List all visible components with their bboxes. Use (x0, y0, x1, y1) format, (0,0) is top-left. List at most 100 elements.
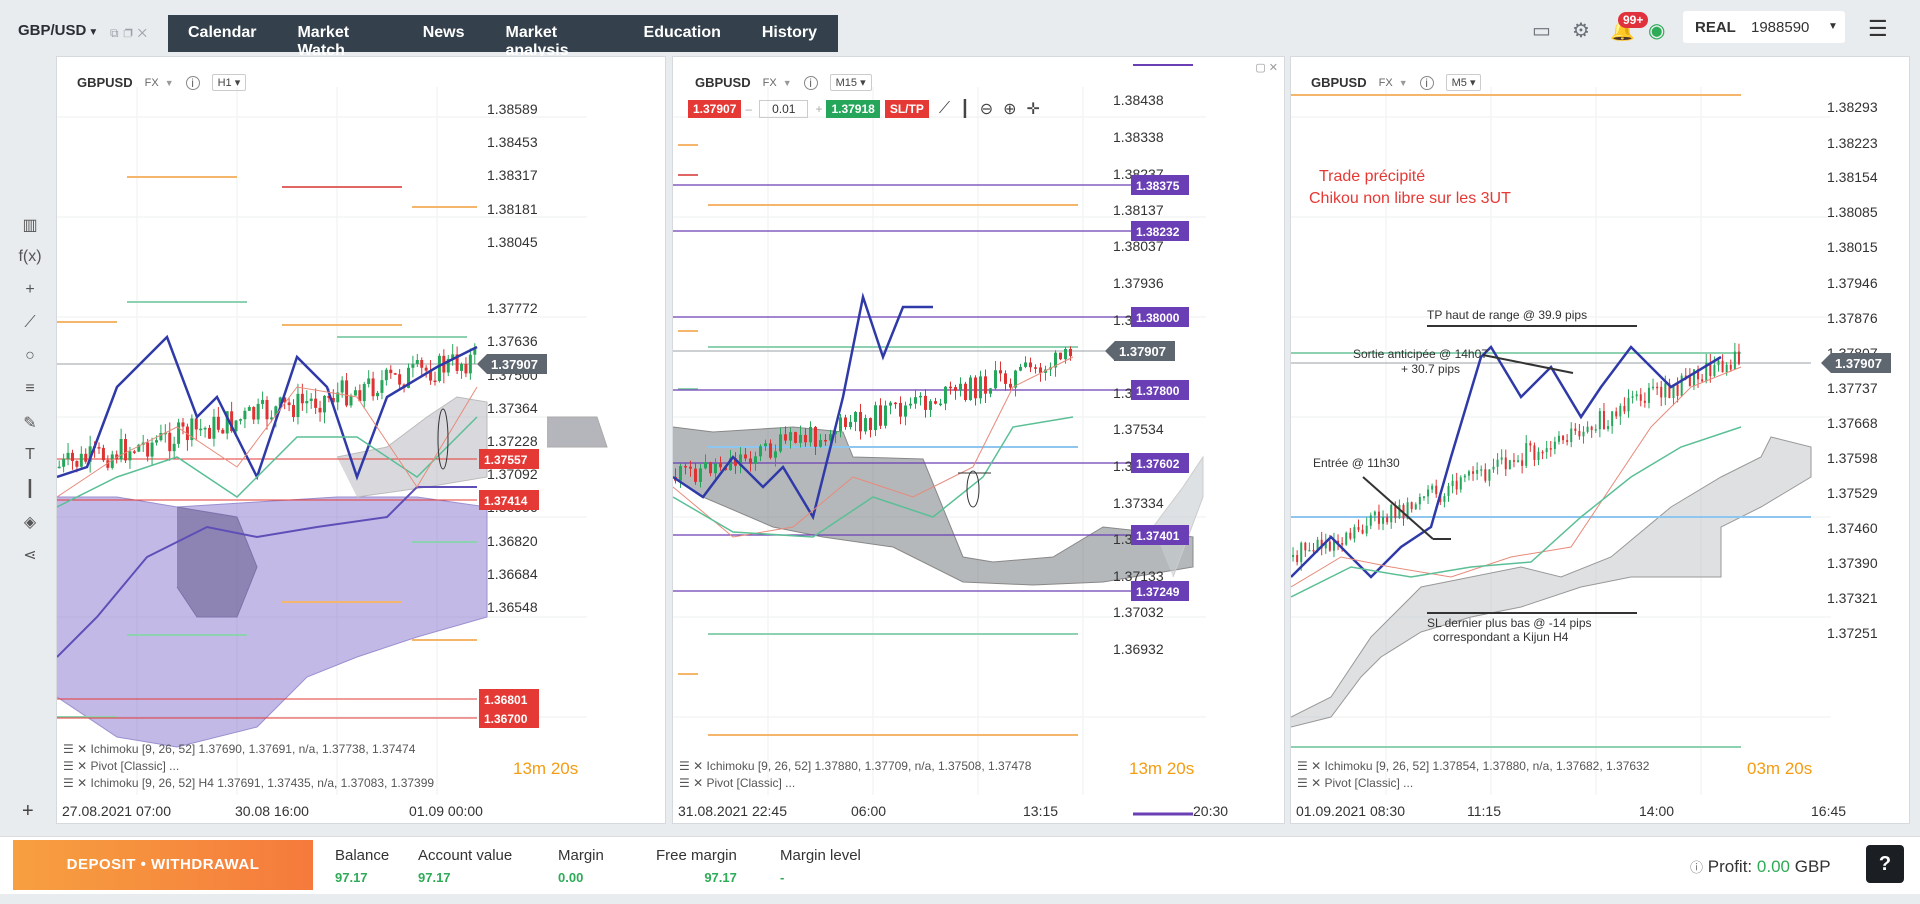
text-icon[interactable]: T (12, 446, 48, 479)
indicator-label: Pivot [Classic] ... (706, 776, 796, 790)
candle (1676, 384, 1679, 396)
candle (265, 399, 269, 420)
tab-controls[interactable]: ⧉❐✕ (110, 26, 152, 41)
sltp-button[interactable]: SL/TP (884, 100, 929, 118)
menu-market-watch[interactable]: Market Watch (297, 15, 381, 59)
layout-icon[interactable]: ▭ (1532, 18, 1551, 43)
deposit-withdrawal-button[interactable]: DEPOSIT • WITHDRAWAL (13, 840, 313, 890)
candle (1418, 497, 1421, 505)
indicator-legend[interactable]: ☰ ✕ Ichimoku [9, 26, 52] 1.37690, 1.3769… (63, 742, 415, 756)
function-icon[interactable]: f(x) (12, 248, 48, 281)
bars-icon[interactable]: ▥ (12, 215, 48, 248)
chevron-down-icon: ▼ (1828, 21, 1838, 32)
candle (1602, 411, 1605, 429)
candle (1304, 542, 1307, 551)
symbol-selector[interactable]: GBP/USD ▼ (18, 22, 98, 39)
line-tool-icon[interactable]: ⟋ (12, 314, 48, 347)
price-scale-label: 1.37334 (1113, 495, 1164, 511)
candle (221, 429, 225, 434)
menu-calendar[interactable]: Calendar (188, 15, 256, 52)
time-label: 01.09 00:00 (409, 803, 483, 819)
candles-icon[interactable]: ┃ (960, 99, 970, 119)
share-icon[interactable]: ⋖ (12, 545, 48, 578)
candle (1496, 459, 1499, 467)
zoom-in-icon[interactable]: ⊕ (1003, 99, 1016, 119)
chart-canvas[interactable]: Trade précipité Chikou non libre sur les … (1291, 57, 1910, 824)
sell-button[interactable]: 1.37907 (688, 100, 742, 118)
chevron-down-icon[interactable]: ▼ (165, 78, 174, 88)
candle (1701, 379, 1704, 382)
info-icon[interactable]: i (1419, 75, 1434, 90)
zoom-out-icon[interactable]: ⊖ (980, 99, 993, 119)
indicator-legend[interactable]: ☰ ✕ Pivot [Classic] ... (63, 759, 179, 773)
line-chart-icon[interactable]: ⟋ (939, 100, 950, 118)
chevron-down-icon[interactable]: ▼ (783, 78, 792, 88)
account-selector[interactable]: REAL 1988590 ▼ (1683, 11, 1845, 43)
buy-button[interactable]: 1.37918 (826, 100, 880, 118)
info-icon[interactable]: i (185, 75, 200, 90)
candle (1586, 426, 1589, 432)
candle (199, 428, 203, 431)
candle (1455, 480, 1458, 490)
close-icon[interactable]: ✕ (138, 26, 152, 40)
timeframe-label: H1 (217, 77, 232, 89)
panel-controls[interactable]: ▢ ✕ (1255, 61, 1278, 74)
price-scale-label: 1.37772 (487, 300, 538, 316)
add-chart-button[interactable]: + (22, 800, 34, 823)
hamburger-menu-icon[interactable]: ☰ (1868, 16, 1888, 42)
candle (415, 360, 419, 364)
candle (1414, 504, 1417, 510)
window-icon[interactable]: ❐ (124, 26, 138, 40)
popout-icon[interactable]: ⧉ (110, 26, 124, 40)
candle (353, 390, 357, 396)
candle (146, 442, 150, 457)
candles-icon[interactable]: ┃ (12, 479, 48, 512)
account-id: 1988590 (1751, 19, 1810, 36)
chart-canvas[interactable]: 1.38589 1.38453 1.38317 1.38181 1.38045 1.377… (57, 57, 666, 824)
indicator-legend[interactable]: ☰ ✕ Ichimoku [9, 26, 52] 1.37854, 1.3788… (1297, 759, 1649, 773)
chart-panel-h1[interactable]: 1.38589 1.38453 1.38317 1.38181 1.38045 1.377… (56, 56, 666, 824)
price-scale-label: 1.37737 (1827, 380, 1878, 396)
timeframe-selector[interactable]: H1 ▾ (211, 74, 247, 91)
candle (384, 369, 388, 381)
signal-icon[interactable]: ⚙ (1572, 18, 1590, 43)
candle (1623, 405, 1626, 412)
menu-news[interactable]: News (423, 15, 465, 52)
candle (1296, 555, 1299, 563)
timeframe-selector[interactable]: M15 ▾ (829, 74, 872, 91)
menu-market-analysis[interactable]: Market analysis (505, 15, 602, 59)
indicator-legend[interactable]: ☰ ✕ Pivot [Classic] ... (1297, 776, 1413, 790)
candle (704, 462, 707, 469)
timeframe-label: M5 (1451, 77, 1467, 89)
circle-icon[interactable]: ○ (12, 347, 48, 380)
candle (689, 466, 692, 469)
indicator-legend[interactable]: ☰ ✕ Pivot [Classic] ... (679, 776, 795, 790)
chart-panel-m15[interactable]: 1.38438 1.38338 1.38237 1.38137 1.38037 1.379… (672, 56, 1285, 824)
help-button[interactable]: ? (1866, 845, 1904, 883)
crosshair-icon[interactable]: ✛ (1027, 99, 1040, 119)
amount-input[interactable]: 0.01 (759, 100, 809, 118)
plus-icon[interactable]: + (12, 281, 48, 314)
fib-icon[interactable]: ≡ (12, 380, 48, 413)
layers-icon[interactable]: ◈ (12, 512, 48, 545)
increase-amount-button[interactable]: + (815, 102, 822, 116)
decrease-amount-button[interactable]: – (745, 102, 752, 116)
pencil-icon[interactable]: ✎ (12, 413, 48, 446)
chevron-down-icon[interactable]: ▼ (1399, 78, 1408, 88)
menu-history[interactable]: History (762, 15, 817, 52)
time-label: 13:15 (1023, 803, 1059, 819)
candle (97, 447, 101, 449)
indicator-legend[interactable]: ☰ ✕ Ichimoku [9, 26, 52] 1.37880, 1.3770… (679, 759, 1031, 773)
chart-canvas[interactable]: 1.384381.383381.382371.381371.380371.379… (673, 57, 1285, 824)
candle (437, 355, 441, 382)
candle (1459, 477, 1462, 490)
info-icon[interactable]: i (803, 75, 818, 90)
timeframe-selector[interactable]: M5 ▾ (1445, 74, 1482, 91)
candle (874, 405, 877, 431)
candle-timer: 13m 20s (513, 759, 579, 778)
account-bar: DEPOSIT • WITHDRAWAL Balance 97.17 Accoun… (0, 836, 1920, 894)
candle (1373, 511, 1376, 516)
chart-panel-m5[interactable]: Trade précipité Chikou non libre sur les … (1290, 56, 1910, 824)
indicator-legend[interactable]: ☰ ✕ Ichimoku [9, 26, 52] H4 1.37691, 1.3… (63, 776, 434, 790)
menu-education[interactable]: Education (644, 15, 721, 52)
